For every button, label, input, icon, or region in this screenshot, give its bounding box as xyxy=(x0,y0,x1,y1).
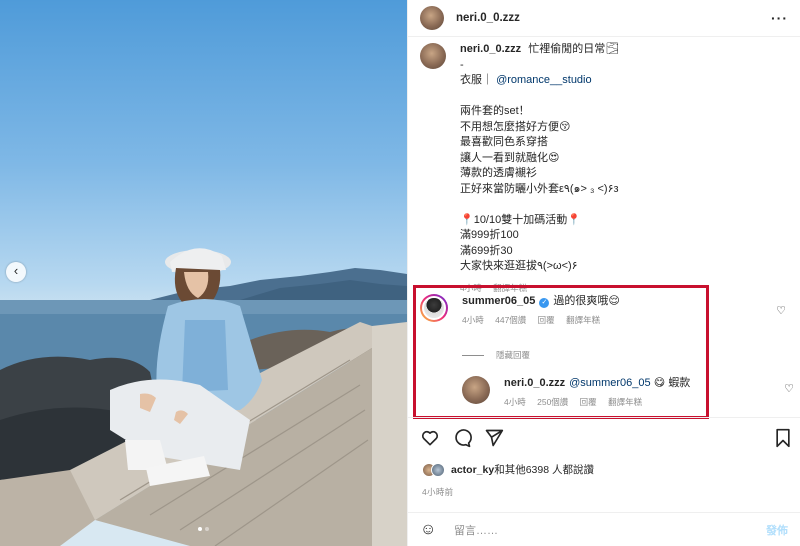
heart-icon[interactable]: ♡ xyxy=(776,304,786,317)
comment: summer06_05 ✓ 過的很爽哦😌 4小時 447個讚 回覆 翻譯年糕 ♡ xyxy=(420,294,790,326)
more-icon[interactable]: ··· xyxy=(771,10,788,26)
caption-line: 不用想怎麼搭好方便😚 xyxy=(460,120,571,133)
caption-line: 正好來當防曬小外套ε٩(๑> ₃ <)۶з xyxy=(460,182,619,195)
caption-line: 滿999折100 xyxy=(460,229,519,241)
reply-username[interactable]: neri.0_0.zzz xyxy=(504,377,565,389)
verified-icon: ✓ xyxy=(539,298,550,308)
comment-text: 過的很爽哦😌 xyxy=(553,295,620,307)
reply-translate[interactable]: 翻譯年糕 xyxy=(608,397,642,407)
caption-avatar[interactable] xyxy=(420,43,446,69)
caption-line: 大家快來逛逛拔٩(>ω<)۶ xyxy=(460,260,578,272)
caption-line: 最喜歡同色系穿搭 xyxy=(460,136,548,148)
reply: neri.0_0.zzz @summer06_05 😋 蝦款 4小時 250個讚 … xyxy=(462,376,794,408)
hide-replies-button[interactable]: 隱藏回覆 xyxy=(462,349,530,361)
comment-username[interactable]: summer06_05 xyxy=(462,295,535,307)
heart-icon[interactable] xyxy=(420,428,440,448)
liker-avatar xyxy=(431,462,445,477)
photo-scene xyxy=(0,248,407,546)
comment-likes[interactable]: 447個讚 xyxy=(495,315,526,325)
caption-tag-link[interactable]: @romance__studio xyxy=(496,74,592,86)
comment-time[interactable]: 4小時 xyxy=(462,315,484,325)
post-timestamp[interactable]: 4小時前 xyxy=(422,486,453,498)
heart-icon[interactable]: ♡ xyxy=(784,382,794,395)
caption-line: 讓人一看到就融化😍 xyxy=(460,151,560,164)
caption-line: 衣服｜ @romance__studio xyxy=(460,73,619,89)
likes-user[interactable]: actor_ky xyxy=(451,464,494,476)
caption-username[interactable]: neri.0_0.zzz xyxy=(460,43,521,55)
comment-avatar[interactable] xyxy=(420,294,448,322)
caption-line: 滿699折30 xyxy=(460,244,513,257)
caption-line: 薄款的透膚襯衫 xyxy=(460,167,537,179)
caption-line: - xyxy=(460,58,464,71)
comment-bar: ☺ 留言…… 發佈 xyxy=(408,512,800,546)
carousel-dots xyxy=(0,522,407,534)
caption-line: 兩件套的set！ xyxy=(460,105,530,117)
comment-input[interactable]: 留言…… xyxy=(454,522,766,538)
action-bar xyxy=(408,417,800,457)
chevron-left-icon[interactable]: ‹ xyxy=(6,262,26,282)
caption-line xyxy=(460,89,619,105)
likes-rest[interactable]: 和其他6398 人都說讚 xyxy=(494,462,594,477)
caption-line: 📍10/10雙十加碼活動📍 xyxy=(460,213,581,226)
post-photo: ‹ xyxy=(0,0,407,546)
reply-text: 😋 蝦款 xyxy=(653,377,691,389)
post-username[interactable]: neri.0_0.zzz xyxy=(456,12,771,24)
reply-avatar[interactable] xyxy=(462,376,490,404)
reply-likes[interactable]: 250個讚 xyxy=(537,397,568,407)
reply-mention[interactable]: @summer06_05 xyxy=(569,377,650,389)
emoji-icon[interactable]: ☺ xyxy=(420,521,442,539)
likes-summary: actor_ky 和其他6398 人都說讚 xyxy=(422,462,594,477)
caption-line xyxy=(460,197,619,213)
save-icon[interactable] xyxy=(774,428,792,448)
post-header: neri.0_0.zzz ··· xyxy=(408,0,800,37)
caption-line-text: 衣服｜ xyxy=(460,74,497,86)
reply-time[interactable]: 4小時 xyxy=(504,397,526,407)
reply-reply-button[interactable]: 回覆 xyxy=(580,397,597,407)
avatar[interactable] xyxy=(420,6,444,30)
post-sidebar: neri.0_0.zzz ··· neri.0_0.zzz 忙裡偷閒的日常🌫 -… xyxy=(407,0,800,546)
comment-translate[interactable]: 翻譯年糕 xyxy=(566,315,600,325)
caption-first-line: 忙裡偷閒的日常🌫 xyxy=(528,43,620,55)
comment-icon[interactable] xyxy=(452,428,472,448)
share-icon[interactable] xyxy=(484,428,504,448)
comment-reply-button[interactable]: 回覆 xyxy=(538,315,555,325)
caption: neri.0_0.zzz 忙裡偷閒的日常🌫 - 衣服｜ @romance__st… xyxy=(420,42,790,296)
hide-replies-label: 隱藏回覆 xyxy=(496,350,531,360)
post-comment-button[interactable]: 發佈 xyxy=(766,522,788,538)
